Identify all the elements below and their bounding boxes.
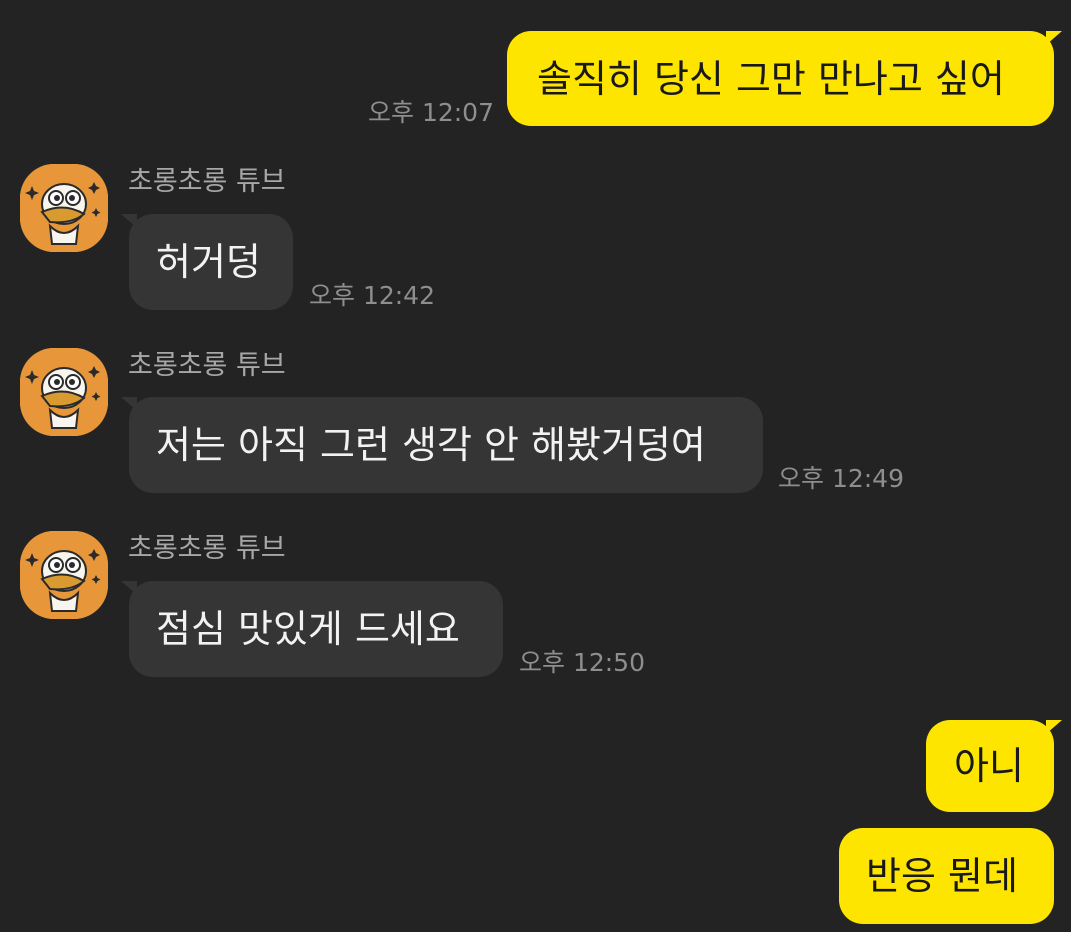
their-message-bubble[interactable]: 점심 맛있게 드세요: [121, 581, 503, 677]
tube-duck-sparkle-icon: [20, 164, 108, 252]
message-text: 솔직히 당신 그만 만나고 싶어: [537, 56, 1005, 101]
their-message-bubble[interactable]: 저는 아직 그런 생각 안 해봤거덩여: [121, 397, 763, 493]
avatar[interactable]: [20, 348, 108, 436]
message-text: 반응 뭔데: [866, 854, 1018, 898]
message-time: 오후 12:07: [368, 98, 494, 127]
message-text: 허거덩: [156, 240, 261, 284]
tube-duck-sparkle-icon: [20, 531, 108, 619]
my-message-bubble[interactable]: 솔직히 당신 그만 만나고 싶어: [507, 31, 1062, 126]
message-time: 오후 12:42: [309, 281, 435, 310]
bubble-tail: [121, 581, 137, 595]
message-text: 점심 맛있게 드세요: [156, 607, 460, 651]
tube-duck-sparkle-icon: [20, 348, 108, 436]
bubble-tail: [121, 214, 137, 228]
avatar[interactable]: [20, 164, 108, 252]
bubble-tail: [121, 397, 137, 411]
bubble-tail: [1046, 31, 1062, 45]
sender-name: 초롱초롱 튜브: [128, 533, 286, 564]
their-message-bubble[interactable]: 허거덩: [121, 214, 293, 310]
sender-name: 초롱초롱 튜브: [128, 350, 286, 381]
my-message-bubble[interactable]: 반응 뭔데: [839, 828, 1054, 924]
message-text: 저는 아직 그런 생각 안 해봤거덩여: [156, 423, 706, 467]
message-time: 오후 12:49: [778, 464, 904, 493]
sender-name: 초롱초롱 튜브: [128, 166, 286, 197]
message-time: 오후 12:50: [519, 648, 645, 677]
bubble-tail: [1046, 720, 1062, 734]
message-text: 아니: [954, 744, 1024, 788]
avatar[interactable]: [20, 531, 108, 619]
my-message-bubble[interactable]: 아니: [926, 720, 1062, 812]
